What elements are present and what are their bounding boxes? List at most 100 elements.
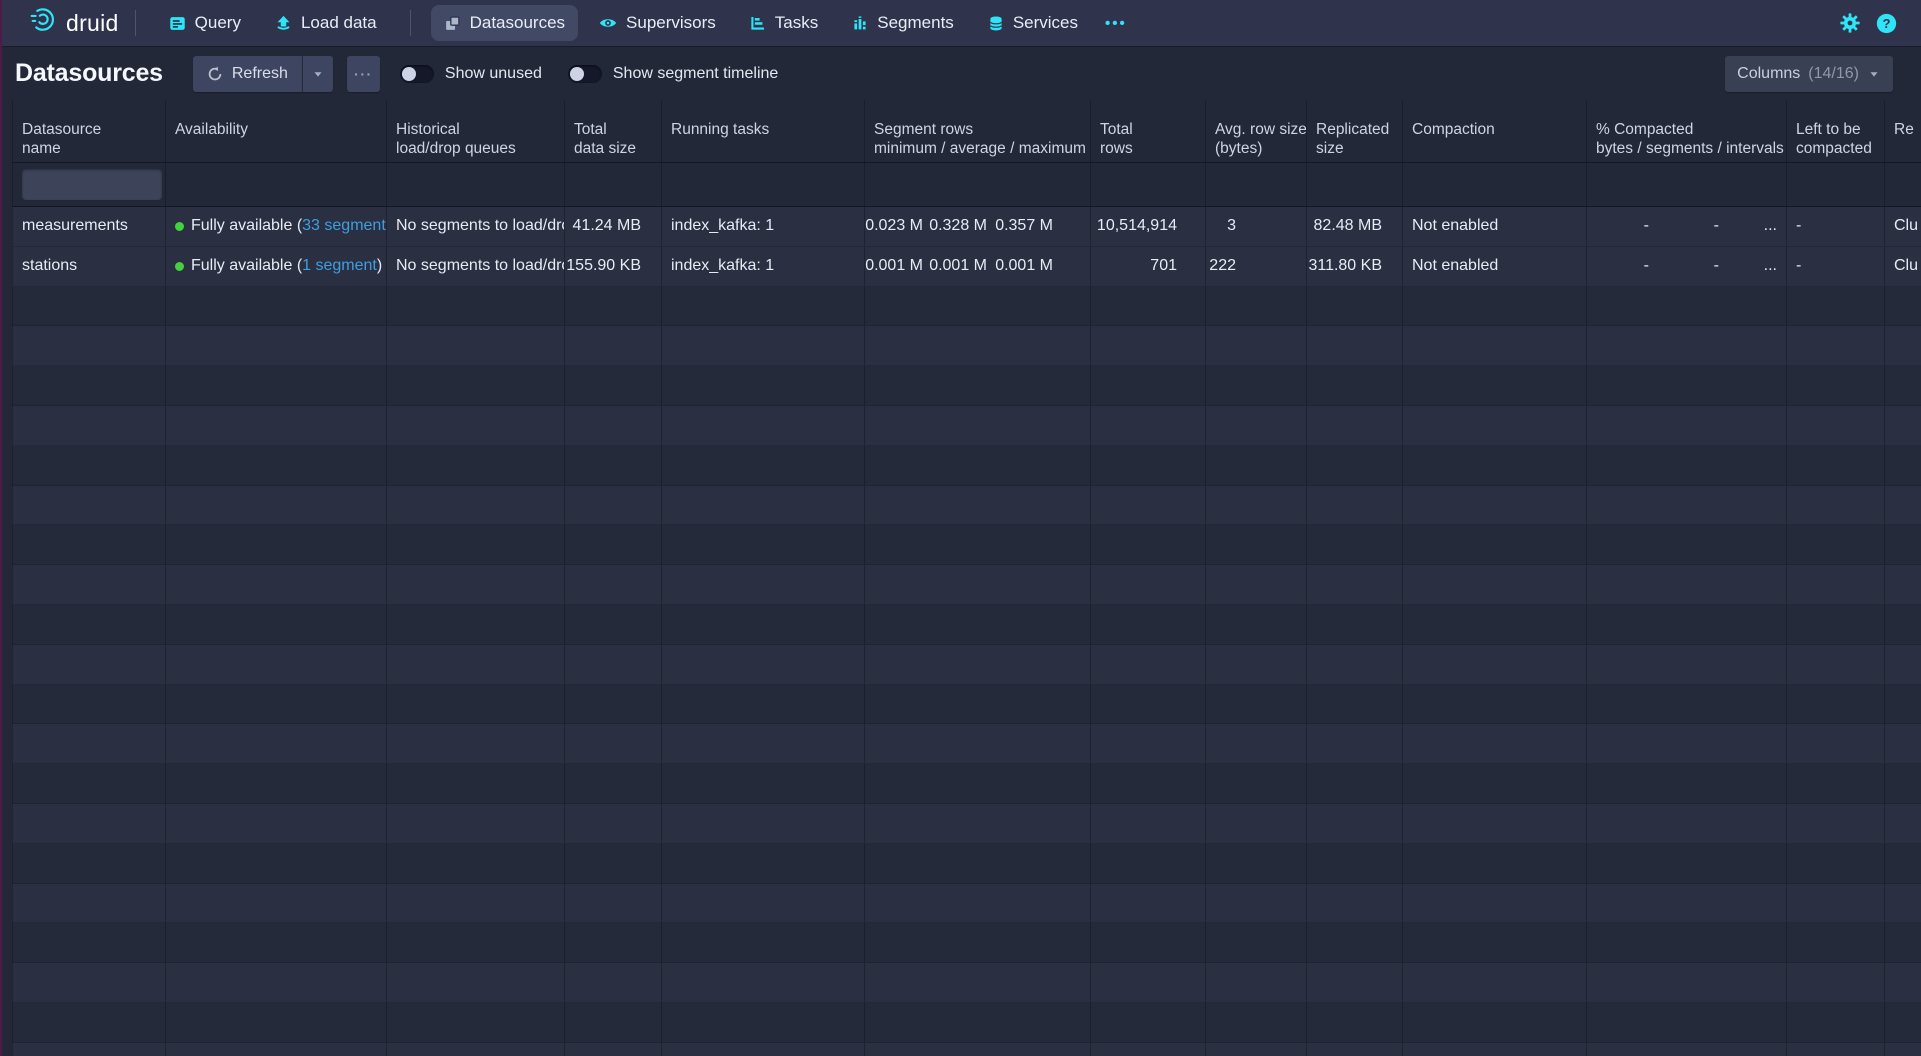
nav-item-label: Load data xyxy=(301,13,377,33)
gantt-icon xyxy=(750,15,766,31)
column-header-load_drop[interactable]: Historicalload/drop queues xyxy=(387,100,565,162)
cell-load_drop xyxy=(387,844,565,883)
cell-running_tasks xyxy=(662,645,865,684)
table-row-empty xyxy=(12,1003,1921,1043)
datasource-name-filter-input[interactable] xyxy=(22,169,162,200)
cell-load_drop: No segments to load/drop xyxy=(387,247,565,286)
cell-total_rows xyxy=(1091,446,1206,485)
cell-load_drop xyxy=(387,565,565,604)
cell-avg_row_size xyxy=(1206,923,1307,962)
column-header-running_tasks[interactable]: Running tasks xyxy=(662,100,865,162)
segment_rows-value-2: 0.357 M xyxy=(987,217,1053,235)
help-icon[interactable]: ? xyxy=(1876,13,1897,34)
cell-retention xyxy=(1885,486,1921,525)
cell-pct_compacted xyxy=(1587,1043,1787,1056)
table-row-empty xyxy=(12,366,1921,406)
filter-cell-availability xyxy=(166,163,387,206)
table-row-stations[interactable]: stationsFully available (1 segment)No se… xyxy=(12,247,1921,287)
show-segment-timeline-toggle[interactable]: Show segment timeline xyxy=(568,65,778,83)
nav-item-services[interactable]: Services xyxy=(975,5,1091,41)
cell-running_tasks xyxy=(662,963,865,1002)
cell-retention xyxy=(1885,923,1921,962)
header-line1: Total xyxy=(1100,120,1201,139)
cell-running_tasks xyxy=(662,724,865,763)
column-header-retention[interactable]: Re xyxy=(1885,100,1921,162)
cell-left_to_be_compacted xyxy=(1787,884,1885,923)
nav-item-label: Query xyxy=(195,13,241,33)
settings-gear-icon[interactable] xyxy=(1840,13,1860,33)
datasources-table: DatasourcenameAvailabilityHistoricalload… xyxy=(12,100,1921,1056)
cell-replicated_size xyxy=(1307,446,1403,485)
column-header-avg_row_size[interactable]: Avg. row size(bytes) xyxy=(1206,100,1307,162)
cell-availability xyxy=(166,645,387,684)
nav-item-datasources[interactable]: Datasources xyxy=(431,5,578,41)
show-unused-toggle[interactable]: Show unused xyxy=(400,65,542,83)
nav-right-icons: ? xyxy=(1840,13,1897,34)
cell-pct_compacted xyxy=(1587,366,1787,405)
more-actions-button[interactable]: ··· xyxy=(347,56,380,92)
cell-retention: Clu xyxy=(1885,207,1921,246)
refresh-button[interactable]: Refresh xyxy=(193,56,302,92)
cell-left_to_be_compacted xyxy=(1787,685,1885,724)
column-header-compaction[interactable]: Compaction xyxy=(1403,100,1587,162)
druid-logo[interactable]: druid xyxy=(30,7,119,39)
column-header-pct_compacted[interactable]: % Compactedbytes / segments / intervals xyxy=(1587,100,1787,162)
cell-total_data_size xyxy=(565,406,662,445)
nav-item-supervisors[interactable]: Supervisors xyxy=(586,5,729,41)
columns-button[interactable]: Columns (14/16) xyxy=(1725,56,1893,92)
table-row-empty xyxy=(12,724,1921,764)
cell-retention xyxy=(1885,884,1921,923)
nav-item-segments[interactable]: Segments xyxy=(839,5,967,41)
cell-replicated_size xyxy=(1307,525,1403,564)
cell-left_to_be_compacted xyxy=(1787,565,1885,604)
column-header-total_data_size[interactable]: Totaldata size xyxy=(565,100,662,162)
cell-load_drop xyxy=(387,804,565,843)
brand-name: druid xyxy=(66,10,119,37)
refresh-interval-button[interactable] xyxy=(302,56,333,92)
cell-name xyxy=(13,685,166,724)
cell-avg_row_size xyxy=(1206,446,1307,485)
cell-load_drop xyxy=(387,1003,565,1042)
table-row-measurements[interactable]: measurementsFully available (33 segments… xyxy=(12,207,1921,247)
column-header-left_to_be_compacted[interactable]: Left to becompacted xyxy=(1787,100,1885,162)
cell-segment_rows xyxy=(865,366,1091,405)
segments-link[interactable]: 1 segment xyxy=(302,257,377,275)
availability-suffix: ) xyxy=(377,257,382,275)
cell-retention xyxy=(1885,446,1921,485)
nav-item-load-data[interactable]: Load data xyxy=(262,5,390,41)
cell-segment_rows xyxy=(865,844,1091,883)
cell-pct_compacted xyxy=(1587,923,1787,962)
table-row-empty xyxy=(12,326,1921,366)
column-header-name[interactable]: Datasourcename xyxy=(13,100,166,162)
cell-total_data_size xyxy=(565,963,662,1002)
cell-name xyxy=(13,406,166,445)
nav-item-tasks[interactable]: Tasks xyxy=(737,5,831,41)
nav-more-button[interactable]: ••• xyxy=(1095,7,1137,40)
column-header-availability[interactable]: Availability xyxy=(166,100,387,162)
cell-compaction xyxy=(1403,565,1587,604)
cell-total_data_size xyxy=(565,326,662,365)
cell-total_rows xyxy=(1091,685,1206,724)
filter-cell-total_data_size xyxy=(565,163,662,206)
cell-availability xyxy=(166,486,387,525)
cell-total_data_size xyxy=(565,565,662,604)
cell-availability xyxy=(166,366,387,405)
segment_rows-value-0: 0.023 M xyxy=(865,217,923,235)
column-header-replicated_size[interactable]: Replicatedsize xyxy=(1307,100,1403,162)
cell-replicated_size xyxy=(1307,486,1403,525)
cell-running_tasks xyxy=(662,1043,865,1056)
column-header-segment_rows[interactable]: Segment rowsminimum / average / maximum xyxy=(865,100,1091,162)
cell-compaction: Not enabled xyxy=(1403,207,1587,246)
bar-chart-icon xyxy=(852,15,868,31)
segments-link[interactable]: 33 segments xyxy=(302,217,387,235)
cell-total_rows xyxy=(1091,486,1206,525)
cell-name xyxy=(13,963,166,1002)
cell-replicated_size xyxy=(1307,1003,1403,1042)
pct_compacted-value-2: ... xyxy=(1719,217,1777,235)
nav-item-query[interactable]: Query xyxy=(156,5,254,41)
table-row-empty xyxy=(12,764,1921,804)
cell-retention xyxy=(1885,963,1921,1002)
cell-load_drop xyxy=(387,446,565,485)
column-header-total_rows[interactable]: Totalrows xyxy=(1091,100,1206,162)
cell-total_rows xyxy=(1091,406,1206,445)
